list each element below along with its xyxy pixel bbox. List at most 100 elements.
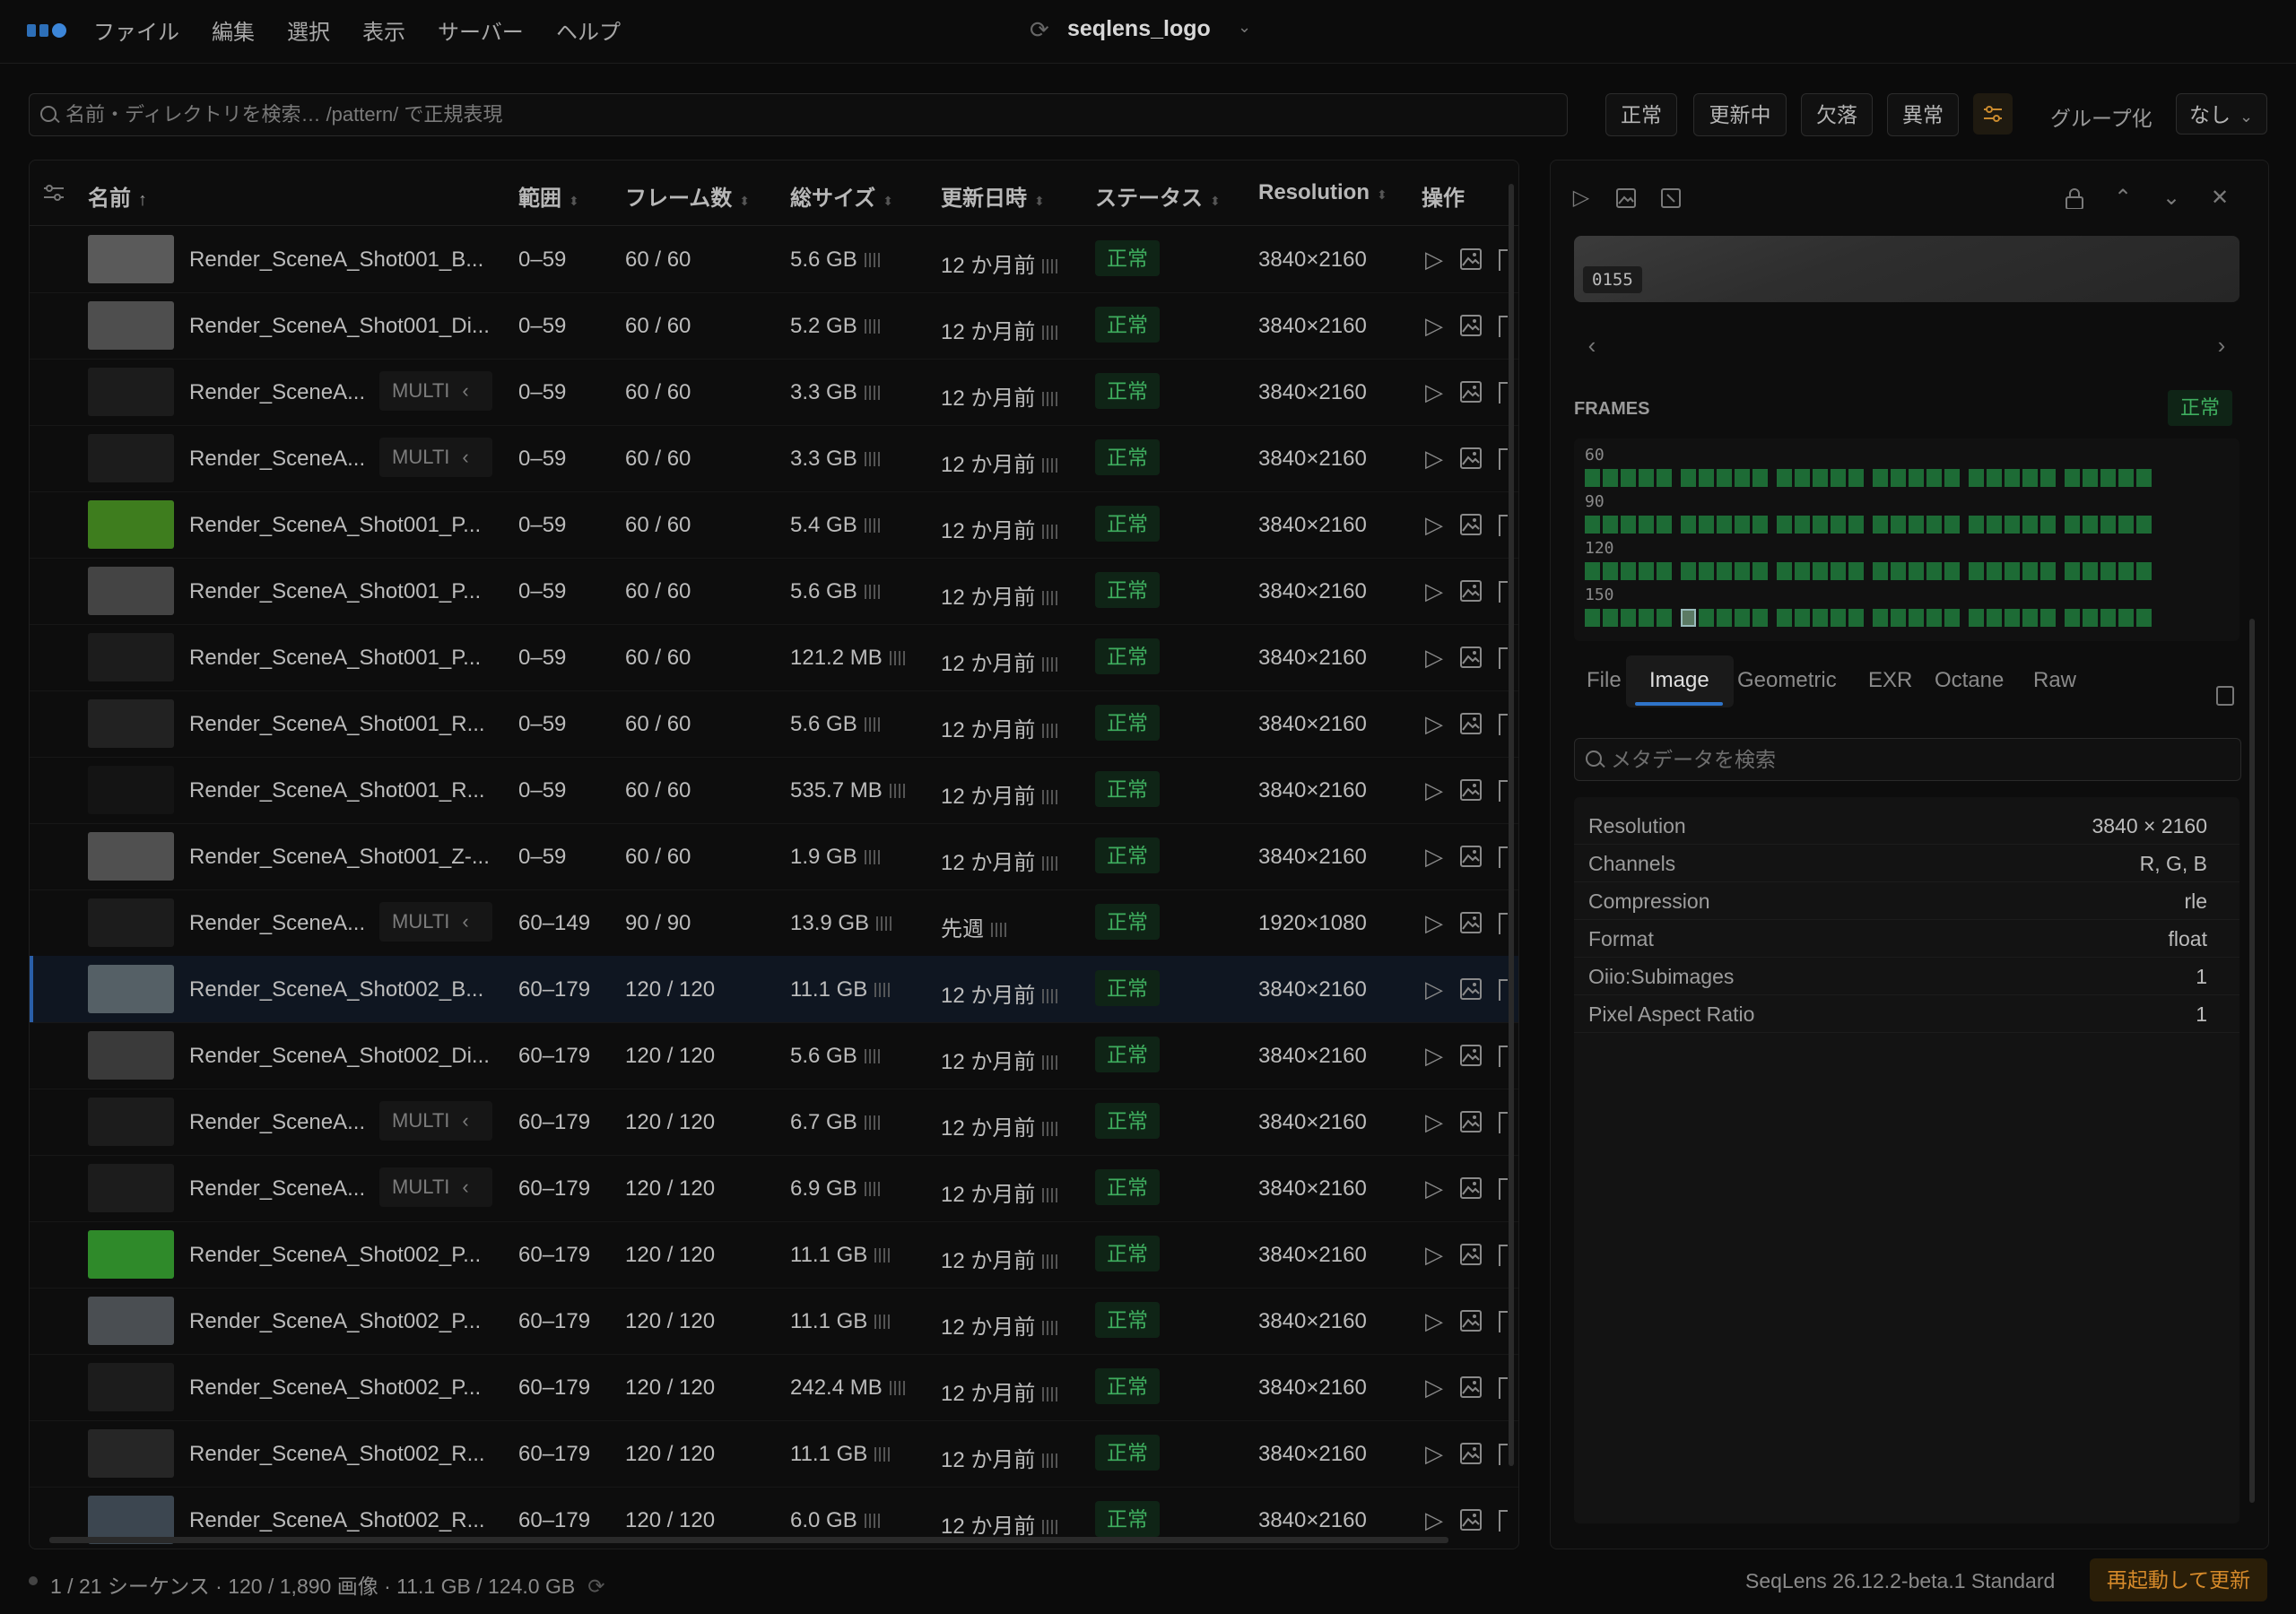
table-row[interactable]: Render_SceneA_Shot002_P... 60–179 120 / 12… [30, 1221, 1518, 1289]
frame-cell[interactable] [1777, 562, 1792, 580]
frame-cell[interactable] [1848, 469, 1864, 487]
frame-cell[interactable] [1639, 562, 1654, 580]
frame-cell[interactable] [1926, 469, 1942, 487]
group-by-select[interactable]: なし ⌄ [2176, 93, 2267, 134]
image-icon[interactable] [1459, 778, 1483, 802]
table-row[interactable]: Render_SceneA... MULTI ‹ 60–179 120 / 120 6.9… [30, 1155, 1518, 1222]
frame-cell[interactable] [1987, 469, 2002, 487]
menu-edit[interactable]: 編集 [212, 14, 255, 46]
frame-cell[interactable] [2100, 516, 2116, 534]
frame-cell[interactable] [2040, 562, 2056, 580]
table-vertical-scrollbar[interactable] [1509, 184, 1514, 1466]
table-row[interactable]: Render_SceneA_Shot001_P... 0–59 60 / 60 5.4… [30, 491, 1518, 559]
frame-cell[interactable] [1873, 469, 1888, 487]
frame-cell[interactable] [1813, 469, 1828, 487]
lock-icon[interactable] [2064, 187, 2085, 209]
frame-cell[interactable] [1848, 562, 1864, 580]
multi-badge[interactable]: MULTI ‹ [379, 1167, 492, 1207]
frame-cell[interactable] [2083, 562, 2098, 580]
frame-cell[interactable] [1873, 562, 1888, 580]
frame-cell[interactable] [1909, 516, 1924, 534]
column-header-size[interactable]: 総サイズ ⬍ [790, 180, 893, 212]
tab-octane[interactable]: Octane [1935, 668, 2004, 693]
multi-badge[interactable]: MULTI ‹ [379, 438, 492, 477]
image-icon[interactable] [1459, 1442, 1483, 1465]
frame-cell[interactable] [2040, 516, 2056, 534]
frame-cell[interactable] [1603, 516, 1618, 534]
table-row[interactable]: Render_SceneA_Shot001_Di... 0–59 60 / 60 5.… [30, 292, 1518, 360]
frame-cell[interactable] [1909, 562, 1924, 580]
table-row[interactable]: Render_SceneA... MULTI ‹ 0–59 60 / 60 3.3 GB 1… [30, 359, 1518, 426]
frame-cell[interactable] [2100, 609, 2116, 627]
frame-cell[interactable] [1603, 562, 1618, 580]
frame-cell[interactable] [2100, 469, 2116, 487]
chevron-up-icon[interactable]: ⌃ [2112, 187, 2134, 209]
frame-cell[interactable] [1848, 609, 1864, 627]
frame-cell[interactable] [1795, 516, 1810, 534]
play-icon[interactable]: ▷ [1425, 1108, 1443, 1136]
menu-help[interactable]: ヘルプ [556, 14, 621, 46]
play-icon[interactable]: ▷ [1425, 1440, 1443, 1468]
frame-cell[interactable] [1944, 516, 1960, 534]
frame-cell[interactable] [1873, 516, 1888, 534]
tab-raw[interactable]: Raw [2033, 668, 2076, 693]
column-header-name[interactable]: 名前 ↑ [88, 180, 147, 212]
frame-cell[interactable] [2136, 516, 2152, 534]
frame-cell[interactable] [1657, 469, 1672, 487]
frame-cell[interactable] [1699, 469, 1714, 487]
frame-grid[interactable]: 60 90 120 150 [1574, 438, 2239, 641]
frame-cell[interactable] [1944, 469, 1960, 487]
table-row[interactable]: Render_SceneA_Shot002_Di... 60–179 120 / 1… [30, 1022, 1518, 1089]
play-icon[interactable]: ▷ [1425, 1241, 1443, 1269]
play-icon[interactable]: ▷ [1425, 445, 1443, 473]
filter-missing-button[interactable]: 欠落 [1801, 93, 1873, 136]
tab-geometric[interactable]: Geometric [1737, 668, 1837, 693]
frame-cell[interactable] [1699, 516, 1714, 534]
frame-cell[interactable] [1831, 562, 1846, 580]
column-header-resolution[interactable]: Resolution ⬍ [1258, 180, 1387, 205]
more-actions-icon[interactable] [1499, 1311, 1508, 1332]
frame-cell[interactable] [2118, 516, 2134, 534]
table-row[interactable]: Render_SceneA_Shot001_P... 0–59 60 / 60 121… [30, 624, 1518, 691]
frame-cell[interactable] [2083, 516, 2098, 534]
frame-cell[interactable] [2083, 609, 2098, 627]
frame-cell[interactable] [1621, 609, 1636, 627]
frame-cell[interactable] [1909, 469, 1924, 487]
image-icon[interactable] [1459, 513, 1483, 536]
image-icon[interactable] [1459, 1110, 1483, 1133]
open-external-icon[interactable] [1660, 187, 1682, 209]
frame-cell[interactable] [1987, 609, 2002, 627]
frame-cell[interactable] [1681, 609, 1696, 627]
frame-cell[interactable] [1621, 469, 1636, 487]
frame-cell[interactable] [2083, 469, 2098, 487]
chevron-down-icon[interactable]: ⌄ [1238, 18, 1251, 37]
play-icon[interactable]: ▷ [1425, 246, 1443, 273]
frame-cell[interactable] [1752, 609, 1768, 627]
more-actions-icon[interactable] [1499, 979, 1508, 1001]
frame-cell[interactable] [1621, 562, 1636, 580]
frame-cell[interactable] [1987, 562, 2002, 580]
frame-cell[interactable] [1735, 469, 1750, 487]
frame-cell[interactable] [2118, 609, 2134, 627]
column-header-modified[interactable]: 更新日時 ⬍ [941, 180, 1045, 212]
frame-cell[interactable] [2100, 562, 2116, 580]
frame-cell[interactable] [2065, 562, 2080, 580]
frame-cell[interactable] [2040, 609, 2056, 627]
image-icon[interactable] [1459, 247, 1483, 271]
frame-cell[interactable] [1795, 469, 1810, 487]
frame-cell[interactable] [1681, 469, 1696, 487]
column-header-status[interactable]: ステータス ⬍ [1095, 180, 1221, 212]
image-icon[interactable] [1459, 447, 1483, 470]
image-icon[interactable] [1459, 1375, 1483, 1399]
frame-cell[interactable] [1813, 516, 1828, 534]
frame-cell[interactable] [1585, 562, 1600, 580]
play-icon[interactable]: ▷ [1425, 710, 1443, 738]
frame-cell[interactable] [2136, 609, 2152, 627]
frame-cell[interactable] [1585, 469, 1600, 487]
frame-cell[interactable] [1752, 562, 1768, 580]
frame-cell[interactable] [2040, 469, 2056, 487]
previous-frame-button[interactable]: ‹ [1574, 327, 1610, 363]
frame-cell[interactable] [1717, 562, 1732, 580]
table-row[interactable]: Render_SceneA_Shot001_B... 0–59 60 / 60 5.6… [30, 226, 1518, 293]
column-settings-icon[interactable] [42, 182, 65, 204]
